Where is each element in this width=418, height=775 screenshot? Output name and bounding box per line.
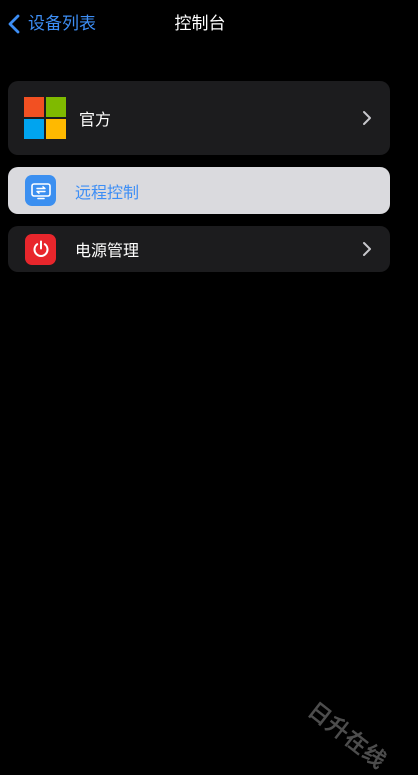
power-icon xyxy=(25,233,56,265)
microsoft-logo-icon xyxy=(24,97,66,139)
list-item-power-management[interactable]: 电源管理 xyxy=(8,226,390,272)
page-title: 控制台 xyxy=(174,14,226,34)
chevron-right-icon xyxy=(363,242,371,256)
logo-square-red xyxy=(24,97,44,117)
list-item-label: 远程控制 xyxy=(75,182,140,202)
list-item-label: 电源管理 xyxy=(75,241,140,260)
chevron-right-icon xyxy=(363,111,371,125)
watermark: 日升在线 xyxy=(302,698,391,775)
navigation-bar: 设备列表 控制台 xyxy=(0,0,418,48)
list-item-label: 官方 xyxy=(79,110,112,129)
list-item-remote-control[interactable]: 远程控制 xyxy=(8,167,390,214)
remote-control-icon xyxy=(25,175,56,206)
logo-square-yellow xyxy=(46,119,66,139)
logo-square-blue xyxy=(24,119,44,139)
list-item-official[interactable]: 官方 xyxy=(8,81,390,155)
logo-square-green xyxy=(46,97,66,117)
